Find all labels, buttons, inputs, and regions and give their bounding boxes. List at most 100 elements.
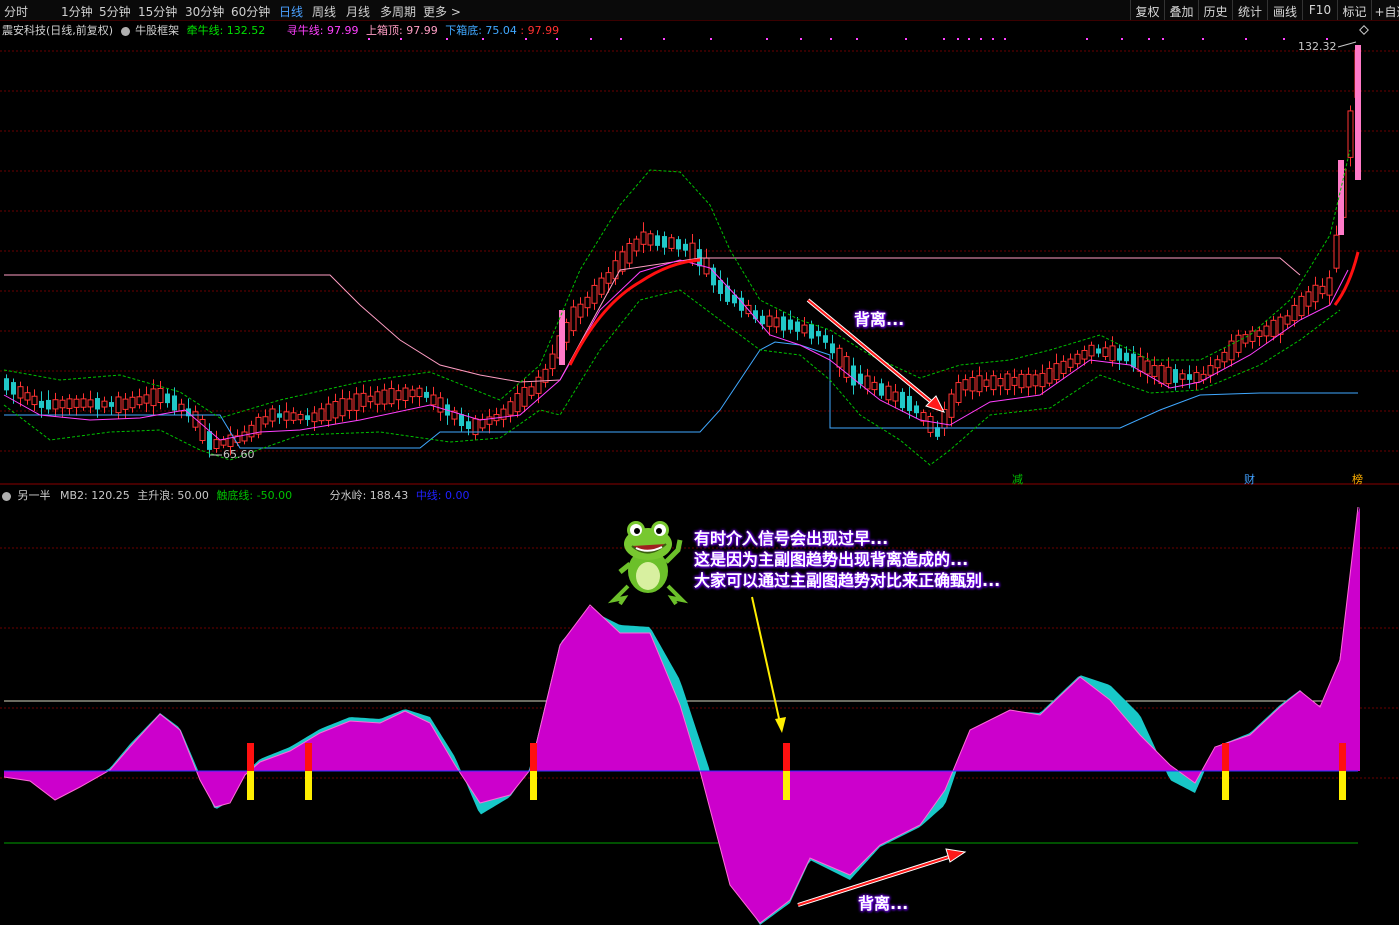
magenta-fill (70, 771, 73, 793)
magenta-fill (793, 771, 796, 894)
magenta-fill (1138, 732, 1141, 771)
tab-multi-period[interactable]: 多周期 (380, 3, 416, 20)
signal-dot (1202, 38, 1204, 40)
magenta-fill (406, 711, 409, 771)
mark-button[interactable]: 标记 (1337, 0, 1371, 20)
signal-dot (800, 38, 802, 40)
pointer-arrow (751, 596, 781, 724)
magenta-fill (643, 633, 646, 771)
candle-body (207, 431, 212, 450)
magenta-fill (1045, 707, 1048, 771)
magenta-fill (1252, 730, 1255, 771)
candle-body (437, 397, 444, 413)
magenta-fill (400, 711, 403, 771)
magenta-fill (1015, 710, 1018, 771)
candle-body (668, 237, 675, 249)
candle-body (416, 387, 423, 398)
candle-body (1039, 372, 1046, 388)
magenta-fill (766, 771, 769, 919)
magenta-fill (160, 714, 163, 771)
magenta-fill (739, 771, 742, 901)
overlay-button[interactable]: 叠加 (1164, 0, 1198, 20)
tab-15min[interactable]: 15分钟 (138, 3, 177, 20)
stats-button[interactable]: 统计 (1232, 0, 1267, 20)
magenta-fill (559, 642, 562, 771)
candle-body (662, 236, 667, 248)
magenta-fill (610, 623, 613, 771)
magenta-fill (298, 744, 301, 771)
magenta-fill (1261, 721, 1264, 771)
buy-signal-yellow (1339, 771, 1346, 800)
magenta-fill (1324, 690, 1327, 771)
candle-body (109, 402, 114, 407)
magenta-fill (814, 771, 817, 861)
magenta-fill (226, 771, 229, 805)
magenta-fill (718, 771, 721, 851)
magenta-fill (988, 719, 991, 771)
magenta-fill (1054, 698, 1057, 771)
buy-signal-red (1222, 743, 1229, 771)
magenta-fill (898, 771, 901, 836)
magenta-fill (1321, 697, 1324, 771)
candle-body (1207, 365, 1214, 376)
fuquan-button[interactable]: 复权 (1130, 0, 1164, 20)
add-watchlist-button[interactable]: +自选 (1371, 0, 1399, 20)
magenta-fill (484, 771, 487, 802)
magenta-fill (49, 771, 52, 798)
magenta-fill (1111, 701, 1114, 771)
magenta-fill (724, 771, 727, 874)
magenta-fill (178, 728, 181, 771)
magenta-fill (805, 771, 808, 869)
magenta-fill (865, 771, 868, 860)
candle-body (1074, 353, 1081, 365)
magenta-fill (1051, 701, 1054, 771)
magenta-fill (661, 659, 664, 771)
tab-daily[interactable]: 日线 (279, 3, 303, 20)
tab-1min[interactable]: 1分钟 (61, 3, 93, 20)
period-toolbar: 分时 1分钟 5分钟 15分钟 30分钟 60分钟 日线 周线 月线 多周期 更… (0, 0, 1399, 21)
draw-button[interactable]: 画线 (1267, 0, 1302, 20)
magenta-fill (928, 771, 931, 814)
candle-body (262, 416, 269, 425)
candle-body (619, 251, 626, 272)
candle-body (122, 398, 129, 410)
magenta-fill (220, 771, 223, 806)
magenta-fill (664, 666, 667, 771)
tab-monthly[interactable]: 月线 (346, 3, 370, 20)
magenta-fill (586, 606, 589, 771)
magenta-fill (358, 721, 361, 771)
candle-body (1131, 353, 1136, 368)
f10-button[interactable]: F10 (1302, 0, 1337, 20)
magenta-fill (820, 771, 823, 864)
candle-body (1117, 348, 1122, 361)
magenta-fill (601, 615, 604, 771)
tab-30min[interactable]: 30分钟 (185, 3, 224, 20)
buy-signal-red (1339, 743, 1346, 771)
magenta-fill (763, 771, 766, 921)
magenta-fill (1348, 566, 1351, 771)
tab-weekly[interactable]: 周线 (312, 3, 336, 20)
magenta-fill (925, 771, 928, 818)
tab-5min[interactable]: 5分钟 (99, 3, 131, 20)
candle-body (879, 383, 884, 396)
candle-body (220, 439, 227, 446)
magenta-fill (409, 712, 412, 771)
candle-body (24, 392, 31, 401)
magenta-fill (613, 626, 616, 771)
magenta-fill (655, 645, 658, 771)
magenta-fill (835, 771, 838, 870)
candle-body (360, 392, 367, 407)
magenta-fill (604, 618, 607, 771)
magenta-fill (1279, 705, 1282, 771)
tab-fenshi[interactable]: 分时 (4, 3, 28, 20)
magenta-fill (607, 620, 610, 771)
magenta-fill (385, 719, 388, 771)
magenta-fill (1306, 695, 1309, 771)
tab-more[interactable]: 更多 > (423, 3, 461, 20)
tab-60min[interactable]: 60分钟 (231, 3, 270, 20)
magenta-fill (274, 755, 277, 771)
candle-body (549, 353, 556, 370)
candle-body (11, 382, 16, 395)
magenta-fill (916, 771, 919, 827)
history-button[interactable]: 历史 (1198, 0, 1232, 20)
